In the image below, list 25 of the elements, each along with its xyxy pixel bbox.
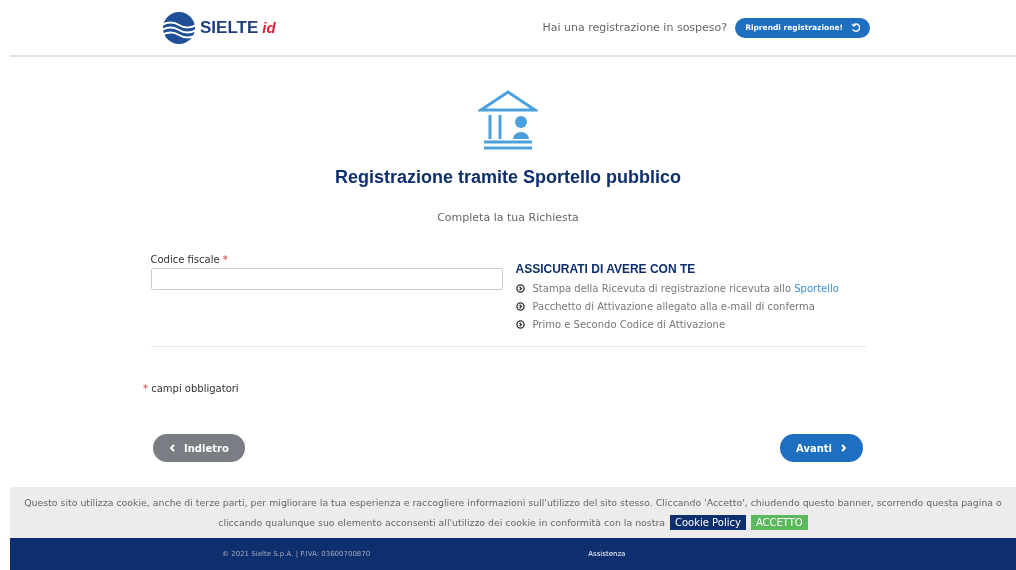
building-person-icon	[478, 88, 538, 150]
checklist-item: Primo e Secondo Codice di Attivazione	[532, 319, 726, 330]
cookie-policy-button[interactable]: Cookie Policy	[670, 514, 746, 530]
checklist-heading: ASSICURATI DI AVERE CON TE	[515, 262, 697, 276]
pending-question: Hai una registrazione in sospeso?	[542, 21, 728, 34]
page-title: Registrazione tramite Sportello pubblico	[334, 167, 681, 188]
checklist-item: Pacchetto di Attivazione allegato alla e-mail di conferma	[532, 301, 815, 312]
checklist-item: Stampa della Ricevuta di registrazione ricevuta allo Sportello	[532, 283, 839, 294]
chevron-left-icon	[169, 444, 176, 452]
chevron-circle-icon	[515, 302, 525, 311]
sportello-link[interactable]: Sportello	[794, 283, 839, 294]
next-button[interactable]: Avanti	[780, 434, 863, 462]
chevron-circle-icon	[515, 320, 525, 329]
field-label: Codice fiscale *	[150, 254, 229, 265]
back-button[interactable]: Indietro	[153, 434, 245, 462]
cookie-text: Questo sito utilizza cookie, anche di terze parti, per migliorare la tua esperienza e raccogliere informazioni sull'utilizzo del sito stesso. Cliccando 'Accetto', chiudendo questo banner, scorrendo questa pagina o cliccando qualunque suo elemento acconsenti all'utilizzo dei cookie in conformità con la nostra Cookie Policy ACCETTO	[23, 495, 1003, 532]
undo-icon	[851, 23, 860, 32]
chevron-right-icon	[840, 444, 847, 452]
chevron-circle-icon	[515, 284, 525, 293]
logo-wave-icon	[162, 10, 196, 45]
required-note: * campi obbligatori	[143, 383, 239, 394]
codice-fiscale-input[interactable]	[150, 268, 503, 290]
logo-suffix: id	[262, 19, 276, 36]
logo-text: SIELTE	[200, 17, 259, 38]
page-subtitle: Completa la tua Richiesta	[437, 211, 579, 224]
